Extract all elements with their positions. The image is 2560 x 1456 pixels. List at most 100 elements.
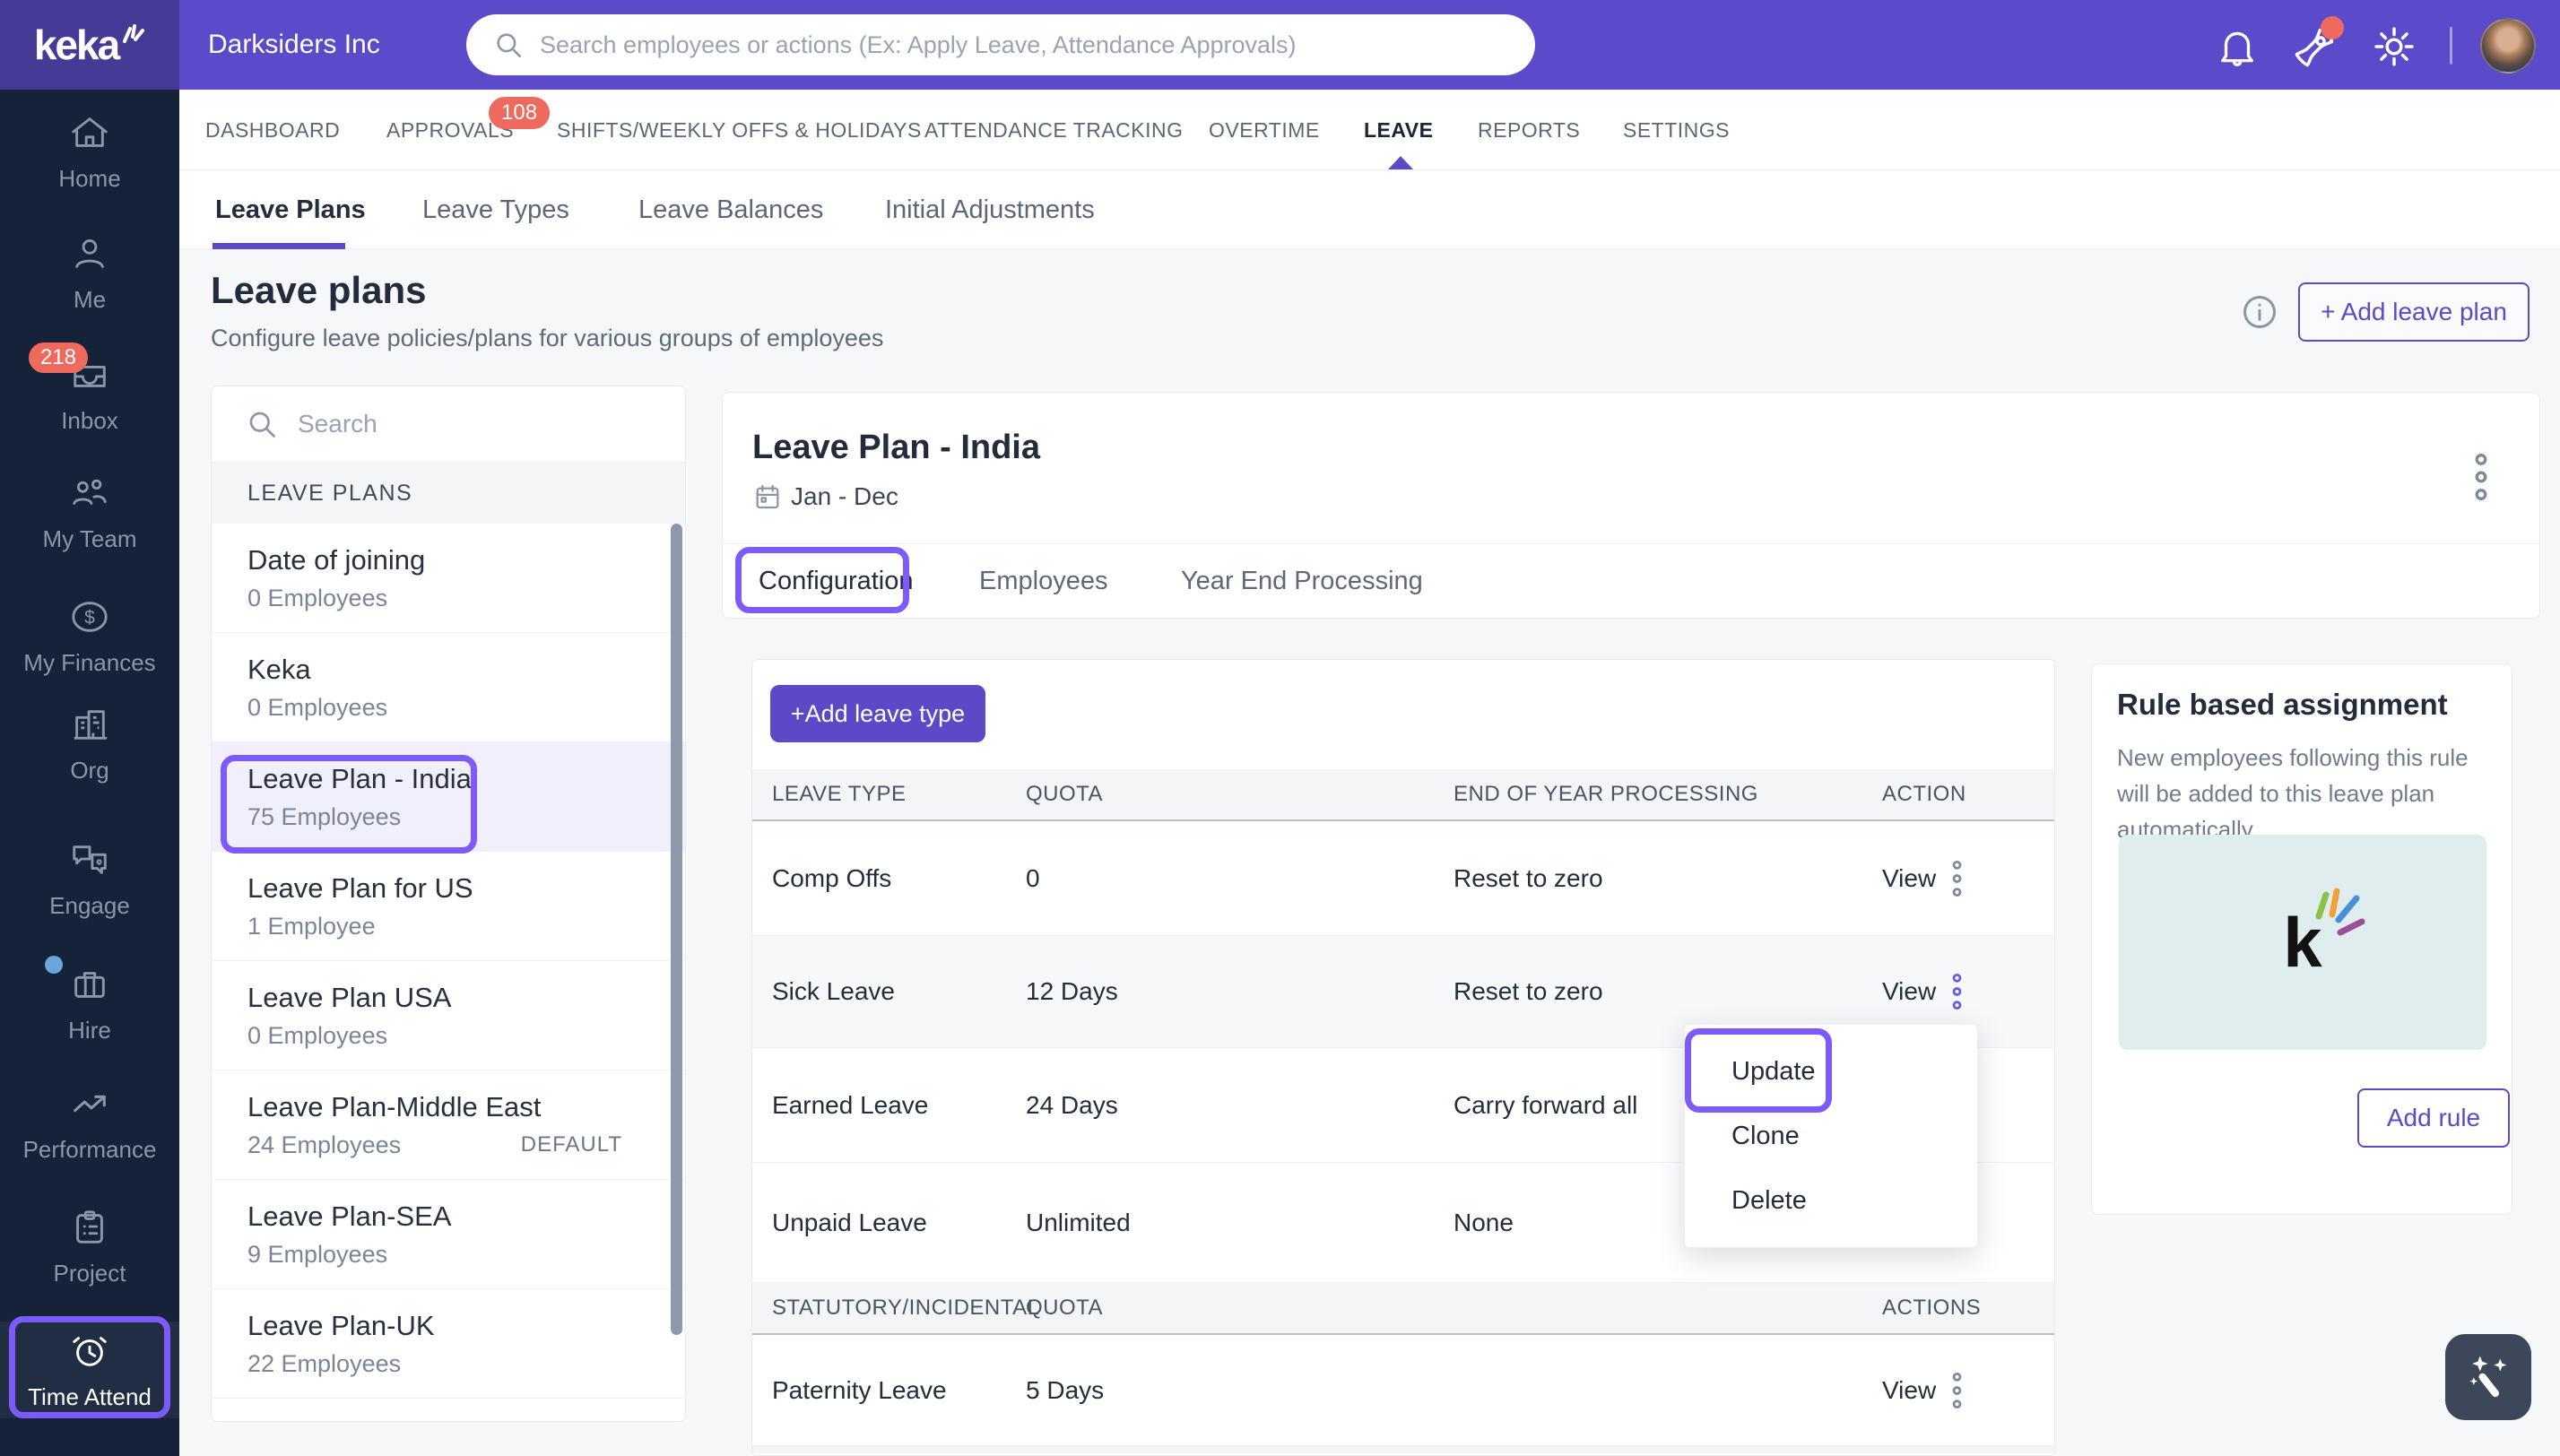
leave-subnav: Leave Plans Leave Types Leave Balances I… [179, 170, 2560, 249]
plan-name: Leave Plan-SEA [247, 1200, 452, 1232]
nav-shifts[interactable]: SHIFTS/WEEKLY OFFS & HOLIDAYS [557, 90, 922, 170]
sidebar-item-engage[interactable]: Engage [0, 830, 179, 927]
page-info-button[interactable] [2240, 292, 2279, 332]
kebab-icon [1952, 860, 1962, 897]
col-quota: QUOTA [1026, 782, 1104, 806]
active-subtab-underline [213, 243, 345, 249]
keka-logo[interactable]: keka [0, 0, 179, 90]
nav-dashboard[interactable]: DASHBOARD [205, 90, 340, 170]
nav-settings[interactable]: SETTINGS [1623, 90, 1730, 170]
chat-icon [73, 845, 107, 874]
list-item-leave-plan-usa[interactable]: Leave Plan USA 0 Employees [212, 961, 685, 1070]
approvals-count-badge: 108 [489, 97, 551, 129]
plan-detail-title: Leave Plan - India [752, 429, 1040, 466]
user-avatar[interactable] [2480, 18, 2536, 74]
tab-configuration[interactable]: Configuration [759, 543, 914, 619]
nav-overtime[interactable]: OVERTIME [1209, 90, 1320, 170]
cell-quota: 0 [1026, 863, 1040, 892]
add-leave-plan-button[interactable]: + Add leave plan [2298, 282, 2530, 342]
col-eoy: END OF YEAR PROCESSING [1454, 782, 1758, 806]
sidebar-item-performance[interactable]: Performance [0, 1074, 179, 1171]
tab-leave-plans[interactable]: Leave Plans [215, 170, 366, 249]
list-item-keka[interactable]: Keka 0 Employees [212, 633, 685, 742]
sidebar-item-time-attend[interactable]: Time Attend [0, 1322, 179, 1418]
row-kebab-button[interactable] [1951, 821, 1963, 935]
plan-name: Date of joining [247, 543, 426, 576]
sidebar-label: My Finances [23, 648, 156, 676]
plan-name: Leave Plan-Middle East [247, 1090, 542, 1122]
col-leave-type: LEAVE TYPE [772, 782, 907, 806]
rule-based-assignment-panel: Rule based assignment New employees foll… [2091, 663, 2512, 1215]
notifications-button[interactable] [2212, 22, 2262, 72]
plan-period: Jan - Dec [791, 482, 898, 510]
whats-new-button[interactable] [2290, 16, 2344, 72]
plan-meta: 0 Employees [247, 584, 388, 611]
sidebar-item-home[interactable]: Home [0, 103, 179, 200]
plans-search-input[interactable] [298, 410, 658, 438]
person-icon [75, 238, 104, 268]
plan-name: Keka [247, 653, 311, 685]
cell-quota: 5 Days [1026, 1375, 1105, 1404]
list-item-leave-plan-uk[interactable]: Leave Plan-UK 22 Employees [212, 1289, 685, 1399]
row-kebab-button[interactable] [1951, 1335, 1963, 1445]
list-item-date-of-joining[interactable]: Date of joining 0 Employees [212, 524, 685, 633]
module-nav: DASHBOARD APPROVALS 108 SHIFTS/WEEKLY OF… [179, 90, 2560, 170]
menu-item-delete[interactable]: Delete [1685, 1168, 1977, 1233]
assistant-fab-button[interactable] [2445, 1334, 2531, 1420]
tab-initial-adjustments[interactable]: Initial Adjustments [885, 170, 1095, 249]
statutory-table-header: STATUTORY/INCIDENTAL QUOTA ACTIONS [752, 1283, 2054, 1335]
sidebar-item-hire[interactable]: Hire [0, 955, 179, 1052]
tab-leave-types[interactable]: Leave Types [422, 170, 569, 249]
page-title: Leave plans [211, 269, 427, 311]
app-sidebar: Home Me 218 Inbox My Team $ My Finances … [0, 90, 179, 1456]
add-leave-type-button[interactable]: +Add leave type [770, 685, 985, 742]
sidebar-label: Org [70, 756, 109, 784]
sidebar-item-project[interactable]: Project [0, 1198, 179, 1295]
plan-kebab-menu-button[interactable] [2468, 450, 2495, 504]
col-action: ACTION [1882, 782, 1966, 806]
plan-meta: 75 Employees [247, 802, 402, 830]
tab-leave-balances[interactable]: Leave Balances [638, 170, 823, 249]
view-link[interactable]: View [1882, 1335, 1936, 1445]
plan-meta: 22 Employees [247, 1349, 402, 1377]
menu-item-clone[interactable]: Clone [1685, 1104, 1977, 1168]
sidebar-item-inbox[interactable]: 218 Inbox [0, 342, 179, 442]
global-search[interactable] [466, 14, 1535, 75]
list-item-leave-plan-india[interactable]: Leave Plan - India 75 Employees [212, 742, 685, 852]
settings-button[interactable] [2369, 22, 2419, 72]
inbox-count-badge: 218 [28, 342, 88, 373]
default-badge: DEFAULT [520, 1132, 622, 1157]
kebab-icon [1952, 973, 1962, 1010]
hire-notification-dot [45, 955, 63, 974]
sidebar-item-my-team[interactable]: My Team [0, 464, 179, 560]
view-link[interactable]: View [1882, 821, 1936, 935]
sidebar-item-me[interactable]: Me [0, 224, 179, 321]
sidebar-label: Project [53, 1259, 126, 1287]
svg-text:$: $ [84, 607, 95, 628]
col-quota: QUOTA [1026, 1296, 1104, 1320]
plan-meta: 1 Employee [247, 912, 376, 940]
cell-leave-type: Sick Leave [772, 977, 895, 1005]
list-item-leave-plan-for-us[interactable]: Leave Plan for US 1 Employee [212, 852, 685, 961]
active-tab-caret [1388, 156, 1413, 169]
nav-reports[interactable]: REPORTS [1478, 90, 1580, 170]
top-bar: keka Darksiders Inc [0, 0, 2560, 90]
list-item-leave-plan-middle-east[interactable]: Leave Plan-Middle East 24 Employees DEFA… [212, 1070, 685, 1180]
add-rule-button[interactable]: Add rule [2357, 1088, 2510, 1148]
sidebar-label: Hire [68, 1016, 111, 1044]
global-search-input[interactable] [540, 30, 1508, 59]
list-scrollbar[interactable] [671, 524, 682, 1335]
menu-item-update[interactable]: Update [1685, 1039, 1977, 1104]
sidebar-item-my-finances[interactable]: $ My Finances [0, 587, 179, 684]
tab-employees[interactable]: Employees [979, 543, 1107, 619]
trend-icon [74, 1095, 106, 1112]
plan-meta: 0 Employees [247, 1021, 388, 1049]
plan-name: Leave Plan for US [247, 871, 473, 904]
list-item-leave-plan-sea[interactable]: Leave Plan-SEA 9 Employees [212, 1180, 685, 1289]
nav-attendance-tracking[interactable]: ATTENDANCE TRACKING [924, 90, 1184, 170]
alarm-clock-icon [73, 1336, 107, 1366]
kebab-icon [1952, 1372, 1962, 1408]
tab-year-end-processing[interactable]: Year End Processing [1181, 543, 1423, 619]
plans-search[interactable] [212, 386, 685, 463]
sidebar-item-org[interactable]: Org [0, 695, 179, 792]
